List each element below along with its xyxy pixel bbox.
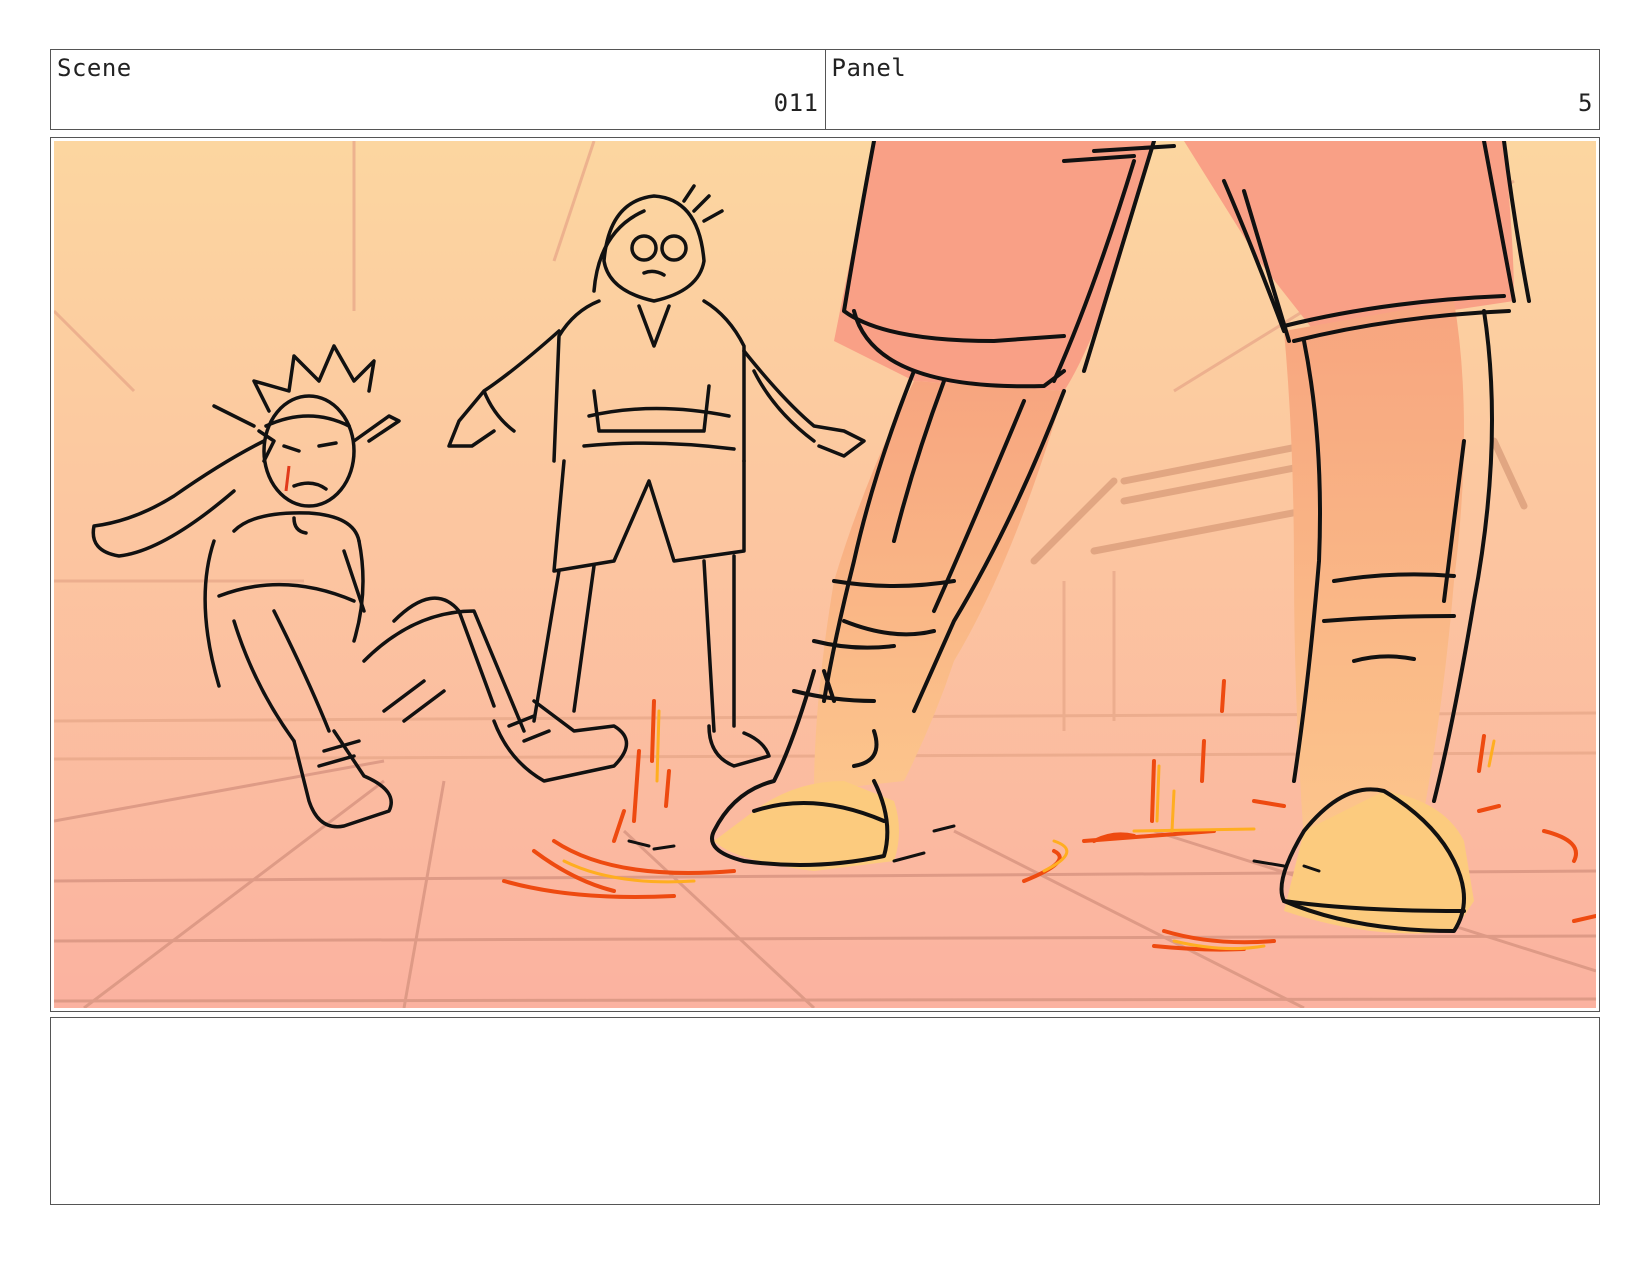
scene-number: 011 (773, 89, 819, 117)
storyboard-sketch-illustration (54, 141, 1596, 1008)
scene-cell: Scene 011 (51, 50, 825, 129)
notes-box[interactable] (50, 1017, 1600, 1205)
panel-header: Scene 011 Panel 5 (50, 49, 1600, 130)
panel-cell: Panel 5 (824, 50, 1600, 129)
panel-label: Panel (831, 54, 907, 82)
storyboard-frame (50, 137, 1600, 1012)
panel-number: 5 (1578, 89, 1593, 117)
scene-label: Scene (57, 54, 132, 82)
